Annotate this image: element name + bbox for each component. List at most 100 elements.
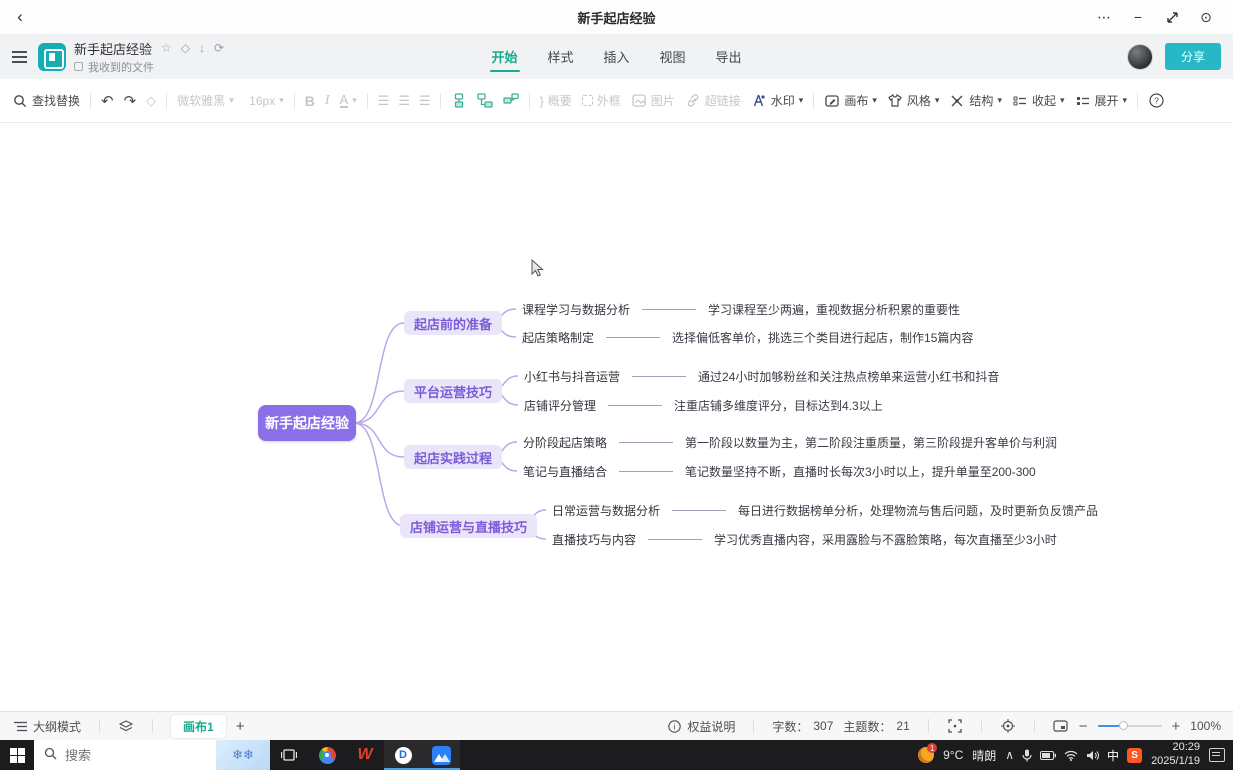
sogou-icon[interactable]: S <box>1127 748 1142 763</box>
canvas-tab[interactable]: 画布1 <box>171 715 226 738</box>
minimize-icon[interactable]: − <box>1125 5 1151 29</box>
taskbar-search[interactable] <box>34 740 216 770</box>
outline-mode-button[interactable]: 大纲模式 <box>12 718 81 735</box>
watermark-button[interactable]: 水印 ▾ <box>751 92 804 109</box>
help-button[interactable]: ? <box>1148 93 1164 109</box>
battery-icon[interactable] <box>1040 751 1056 760</box>
mindmap-branch-node[interactable]: 店铺运营与直播技巧 <box>400 514 537 538</box>
mindmap-leaf-row[interactable]: 分阶段起店策略 第一阶段以数量为主，第二阶段注重质量，第三阶段提升客单价与利润 <box>523 433 1057 451</box>
font-size-select[interactable]: 16px ▾ <box>249 94 284 108</box>
weather-widget[interactable]: ❄❄ <box>216 740 270 770</box>
notification-center-icon[interactable] <box>1209 748 1225 762</box>
tab-insert[interactable]: 插入 <box>601 43 631 70</box>
avatar[interactable] <box>1127 44 1153 70</box>
mindmap-leaf-row[interactable]: 店铺评分管理 注重店铺多维度评分，目标达到4.3以上 <box>524 396 883 414</box>
share-button[interactable]: 分享 <box>1165 43 1221 70</box>
wifi-icon[interactable] <box>1064 750 1078 761</box>
mindmap-leaf-row[interactable]: 笔记与直播结合 笔记数量坚持不断，直播时长每次3小时以上，提升单量至200-30… <box>523 462 1036 480</box>
zoom-in-button[interactable]: + <box>1172 719 1181 734</box>
minimap-button[interactable] <box>1053 718 1069 734</box>
expand-button[interactable]: 展开 ▾ <box>1075 92 1128 109</box>
menu-icon[interactable] <box>0 51 38 63</box>
tab-view[interactable]: 视图 <box>658 43 688 70</box>
task-view-button[interactable] <box>270 740 308 770</box>
mindmap-connectors <box>2 123 1231 711</box>
zoom-out-button[interactable]: − <box>1079 719 1088 734</box>
browser-d-icon[interactable]: D <box>384 740 422 770</box>
align-left-button[interactable]: ☰ <box>378 93 389 109</box>
align-center-button[interactable]: ☰ <box>398 93 409 109</box>
sync-icon[interactable]: ⟳ <box>214 42 224 54</box>
hidden-icons-chevron[interactable]: ∧ <box>1005 748 1014 762</box>
tab-export[interactable]: 导出 <box>714 43 744 70</box>
italic-button[interactable]: I <box>325 93 330 109</box>
doc-location[interactable]: 我收到的文件 <box>88 59 154 75</box>
expand-list-icon <box>1075 93 1091 109</box>
insert-sibling-topic-button[interactable] <box>477 93 493 109</box>
insert-parent-topic-button[interactable] <box>503 93 519 109</box>
favorite-star-icon[interactable]: ☆ <box>161 42 172 54</box>
zoom-slider[interactable] <box>1098 725 1162 727</box>
insert-child-topic-button[interactable] <box>451 93 467 109</box>
font-family-select[interactable]: 微软雅黑 ▾ <box>177 92 239 109</box>
mindmap-branch-node[interactable]: 起店实践过程 <box>404 445 502 469</box>
format-painter-button[interactable]: ◇ <box>146 93 156 109</box>
align-right-button[interactable]: ☰ <box>419 93 430 109</box>
undo-button[interactable]: ↶ <box>101 92 114 110</box>
search-input[interactable] <box>65 748 185 763</box>
redo-button[interactable]: ↷ <box>124 92 137 110</box>
download-icon[interactable]: ↓ <box>199 42 205 54</box>
mindmap-leaf-row[interactable]: 小红书与抖音运营 通过24小时加够粉丝和关注热点榜单来运营小红书和抖音 <box>524 367 999 385</box>
fit-screen-button[interactable] <box>947 718 963 734</box>
speaker-icon[interactable] <box>1086 750 1099 761</box>
bold-button[interactable]: B <box>305 93 315 109</box>
hyperlink-button[interactable]: 超链接 <box>685 92 741 109</box>
resize-icon[interactable] <box>1159 5 1185 29</box>
layers-button[interactable] <box>118 718 134 734</box>
insert-image-button[interactable]: 图片 <box>631 92 675 109</box>
mindmap-branch-node[interactable]: 起店前的准备 <box>404 311 502 335</box>
leaf-connector-line <box>619 471 673 472</box>
boundary-button[interactable]: 外框 <box>582 92 621 109</box>
topic-count: 主题数： 21 <box>843 718 909 735</box>
start-button[interactable] <box>0 740 34 770</box>
status-bar: 大纲模式 画布1 + i 权益说明 字数： 307 <box>0 711 1233 740</box>
mindmap-leaf-row[interactable]: 直播技巧与内容 学习优秀直播内容，采用露脸与不露脸策略，每次直播至少3小时 <box>552 530 1057 548</box>
mindmap-branch-node[interactable]: 平台运营技巧 <box>404 379 502 403</box>
locate-center-button[interactable] <box>1000 718 1016 734</box>
structure-button[interactable]: 结构 ▾ <box>949 92 1002 109</box>
topic-count-label: 主题数： <box>843 718 891 735</box>
mindmap-canvas[interactable]: 新手起店经验 起店前的准备 平台运营技巧 起店实践过程 店铺运营与直播技巧 课程… <box>2 123 1231 711</box>
mindmap-leaf-row[interactable]: 日常运营与数据分析 每日进行数据榜单分析，处理物流与售后问题，及时更新负反馈产品 <box>552 501 1098 519</box>
mindmap-leaf-row[interactable]: 课程学习与数据分析 学习课程至少两遍，重视数据分析积累的重要性 <box>522 300 960 318</box>
collapse-button[interactable]: 收起 ▾ <box>1012 92 1065 109</box>
find-replace-button[interactable]: 查找替换 <box>12 92 80 109</box>
weather-tray-icon[interactable]: 1 <box>918 747 934 763</box>
add-canvas-button[interactable]: + <box>236 718 245 735</box>
taskbar-clock[interactable]: 20:29 2025/1/19 <box>1151 741 1200 769</box>
wps-icon[interactable]: W <box>346 740 384 770</box>
style-button[interactable]: 风格 ▾ <box>887 92 940 109</box>
tag-icon[interactable]: ◇ <box>181 42 190 54</box>
more-options-icon[interactable]: ⋯ <box>1091 5 1117 29</box>
ime-indicator[interactable]: 中 <box>1107 747 1119 764</box>
rights-info-button[interactable]: i 权益说明 <box>666 718 735 735</box>
back-button[interactable]: ‹ <box>0 7 40 27</box>
summary-button[interactable]: } 概要 <box>540 92 572 109</box>
app-logo-icon[interactable] <box>38 43 66 71</box>
weather-temp[interactable]: 9°C <box>943 748 963 762</box>
tab-style[interactable]: 样式 <box>545 43 575 70</box>
outline-mode-label: 大纲模式 <box>33 718 81 735</box>
mindmap-root-node[interactable]: 新手起店经验 <box>258 405 356 441</box>
canvas-settings-button[interactable]: 画布 ▾ <box>824 92 877 109</box>
mindmap-leaf-row[interactable]: 起店策略制定 选择偏低客单价，挑选三个类目进行起店，制作15篇内容 <box>522 328 973 346</box>
tab-home[interactable]: 开始 <box>489 43 519 70</box>
chevron-down-icon: ▾ <box>279 95 284 106</box>
mindmap-app-icon[interactable] <box>422 740 460 770</box>
chrome-icon[interactable] <box>308 740 346 770</box>
font-color-button[interactable]: A ▾ <box>340 93 357 108</box>
weather-desc[interactable]: 晴朗 <box>972 747 996 764</box>
zoom-slider-thumb[interactable] <box>1119 721 1128 730</box>
microphone-icon[interactable] <box>1022 749 1032 762</box>
close-icon[interactable]: ⊙ <box>1193 5 1219 29</box>
